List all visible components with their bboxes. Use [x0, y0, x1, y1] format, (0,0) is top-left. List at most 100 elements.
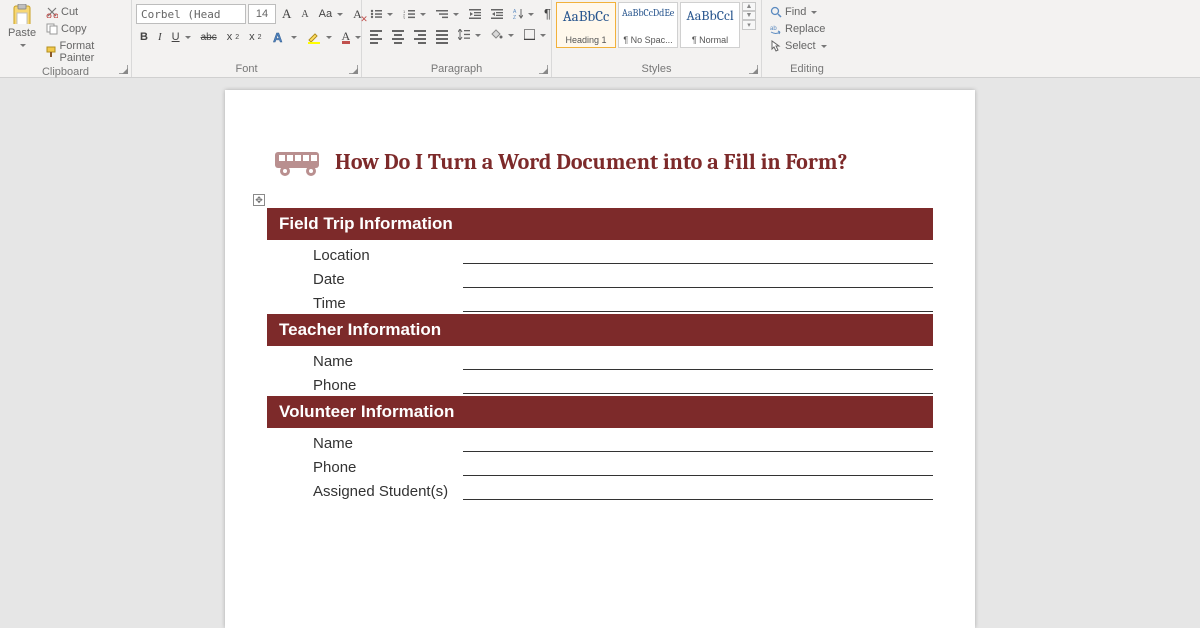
field-row: Location — [267, 240, 933, 264]
copy-button[interactable]: Copy — [42, 21, 127, 37]
text-effects-button[interactable]: A — [268, 28, 301, 46]
grow-font-button[interactable]: A — [278, 4, 295, 24]
field-input-line[interactable] — [463, 352, 933, 370]
subscript-button[interactable]: x2 — [223, 29, 243, 45]
numbering-button[interactable]: 123 — [399, 7, 430, 21]
bullets-icon — [370, 9, 382, 19]
styles-row-up[interactable]: ▲ — [742, 2, 756, 11]
line-spacing-button[interactable] — [454, 27, 485, 42]
field-row: Phone — [267, 370, 933, 394]
styles-row-down[interactable]: ▼ — [742, 11, 756, 20]
page[interactable]: How Do I Turn a Word Document into a Fil… — [225, 90, 975, 628]
field-row: Name — [267, 346, 933, 370]
cut-label: Cut — [61, 6, 78, 18]
field-label: Location — [313, 247, 463, 264]
field-row: Phone — [267, 452, 933, 476]
select-button[interactable]: Select — [766, 38, 831, 54]
align-left-button[interactable] — [366, 28, 386, 42]
paste-icon — [11, 4, 33, 24]
replace-label: Replace — [785, 23, 825, 35]
styles-more[interactable]: ▾ — [742, 20, 756, 30]
styles-dialog-launcher[interactable] — [749, 65, 758, 74]
clipboard-dialog-launcher[interactable] — [119, 65, 128, 74]
highlight-button[interactable] — [303, 28, 336, 46]
shrink-font-button[interactable]: A — [297, 7, 312, 22]
style-name: ¶ No Spac... — [623, 35, 672, 45]
paste-label: Paste — [8, 27, 36, 39]
table-move-handle[interactable]: ✥ — [253, 194, 265, 206]
paragraph-dialog-launcher[interactable] — [539, 65, 548, 74]
find-icon — [770, 6, 782, 18]
field-row: Time — [267, 288, 933, 312]
style--normal[interactable]: AaBbCcl ¶ Normal — [680, 2, 740, 48]
increase-indent-button[interactable] — [487, 7, 507, 21]
style-name: Heading 1 — [565, 35, 606, 45]
field-input-line[interactable] — [463, 294, 933, 312]
strikethrough-button[interactable]: abc — [197, 30, 221, 45]
field-label: Time — [313, 295, 463, 312]
multilevel-icon — [436, 9, 448, 19]
increase-indent-icon — [491, 9, 503, 19]
style-heading-1[interactable]: AaBbCcHeading 1 — [556, 2, 616, 48]
multilevel-list-button[interactable] — [432, 7, 463, 21]
shading-button[interactable] — [487, 27, 518, 42]
find-button[interactable]: Find — [766, 4, 821, 20]
field-input-line[interactable] — [463, 270, 933, 288]
document-canvas: How Do I Turn a Word Document into a Fil… — [0, 78, 1200, 628]
shading-icon — [491, 29, 503, 40]
font-size-input[interactable] — [248, 4, 276, 24]
cut-button[interactable]: Cut — [42, 4, 127, 20]
format-painter-icon — [46, 46, 56, 58]
copy-label: Copy — [61, 23, 87, 35]
field-input-line[interactable] — [463, 458, 933, 476]
select-icon — [770, 40, 782, 52]
change-case-button[interactable]: Aa — [315, 6, 347, 22]
format-painter-button[interactable]: Format Painter — [42, 38, 127, 66]
form-table[interactable]: ✥ Field Trip InformationLocationDateTime… — [267, 208, 933, 500]
svg-text:A: A — [273, 30, 283, 44]
field-row: Name — [267, 428, 933, 452]
field-label: Phone — [313, 459, 463, 476]
field-row: Date — [267, 264, 933, 288]
bullets-button[interactable] — [366, 7, 397, 21]
style-sample: AaBbCcDdEe — [622, 7, 674, 19]
field-label: Assigned Student(s) — [313, 483, 463, 500]
bus-icon — [273, 146, 325, 178]
section-header: Teacher Information — [267, 314, 933, 346]
field-label: Name — [313, 353, 463, 370]
font-name-input[interactable] — [136, 4, 246, 24]
style-sample: AaBbCcl — [686, 7, 733, 24]
paste-button[interactable]: Paste — [4, 2, 40, 50]
svg-text:Z: Z — [513, 15, 516, 19]
section-header: Field Trip Information — [267, 208, 933, 240]
group-label-font: Font — [136, 63, 357, 77]
cut-icon — [46, 6, 58, 18]
italic-button[interactable]: I — [154, 29, 166, 45]
justify-button[interactable] — [432, 28, 452, 42]
field-input-line[interactable] — [463, 482, 933, 500]
align-center-button[interactable] — [388, 28, 408, 42]
style--no-spac-[interactable]: AaBbCcDdEe ¶ No Spac... — [618, 2, 678, 48]
field-label: Date — [313, 271, 463, 288]
field-input-line[interactable] — [463, 246, 933, 264]
group-paragraph: 123 AZ ¶ Paragraph — [362, 0, 552, 77]
borders-button[interactable] — [520, 27, 550, 42]
style-name: ¶ Normal — [692, 35, 728, 45]
text-effects-icon: A — [272, 30, 286, 44]
justify-icon — [436, 30, 448, 40]
field-input-line[interactable] — [463, 434, 933, 452]
find-label: Find — [785, 6, 806, 18]
sort-button[interactable]: AZ — [509, 6, 538, 21]
decrease-indent-button[interactable] — [465, 7, 485, 21]
superscript-button[interactable]: x2 — [245, 29, 265, 45]
align-right-button[interactable] — [410, 28, 430, 42]
group-label-styles: Styles — [556, 63, 757, 77]
underline-button[interactable]: U — [168, 29, 195, 45]
replace-button[interactable]: ab Replace — [766, 21, 829, 37]
field-input-line[interactable] — [463, 376, 933, 394]
decrease-indent-icon — [469, 9, 481, 19]
font-dialog-launcher[interactable] — [349, 65, 358, 74]
bold-button[interactable]: B — [136, 29, 152, 45]
field-label: Name — [313, 435, 463, 452]
group-font: A A Aa A✕ B I U abc x2 x2 A A — [132, 0, 362, 77]
